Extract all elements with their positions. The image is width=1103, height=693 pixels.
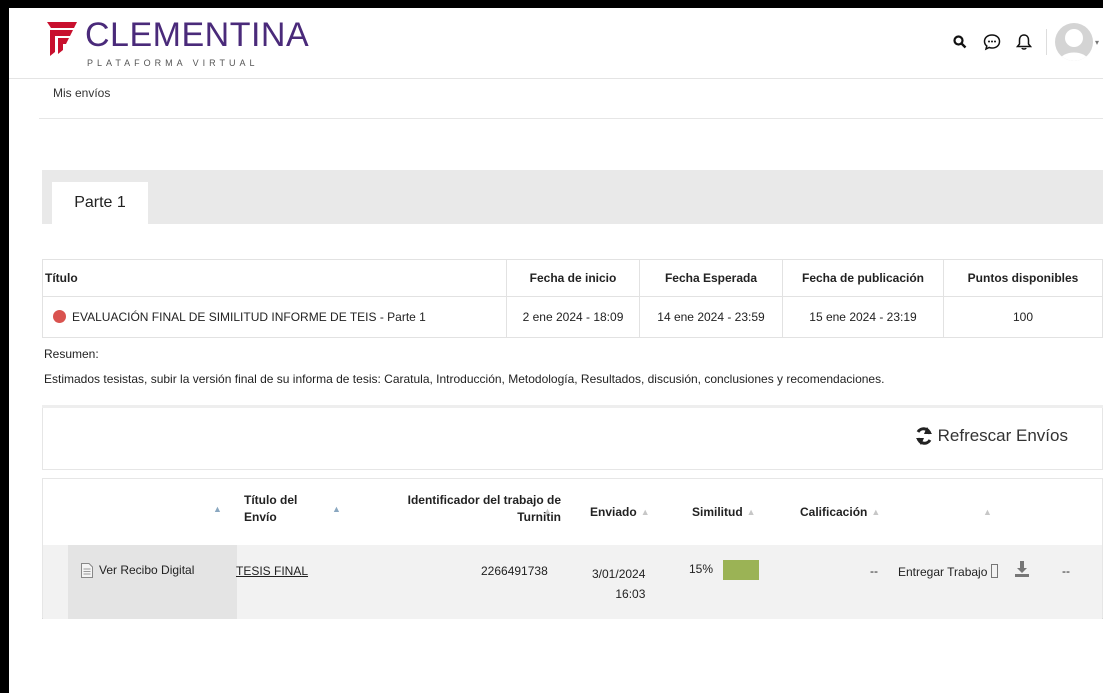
sort-icon: ▲ [871,507,881,518]
logo-text: CLEMENTINA [85,16,310,54]
sort-icon[interactable]: ▲ [539,503,552,520]
col-title: Título [42,259,507,297]
view-receipt-label: Ver Recibo Digital [99,563,195,577]
assignment-row: EVALUACIÓN FINAL DE SIMILITUD INFORME DE… [42,296,1103,338]
tab-bar: Parte 1 [42,170,1103,224]
refresh-label: Refrescar Envíos [937,426,1068,445]
status-dot-icon [53,310,66,323]
logo-mark-icon [47,22,77,56]
submit-box-icon [991,564,999,578]
col-turnitin-id[interactable]: Identificador del trabajo de Turnitin [383,492,561,526]
submitted-datetime: 3/01/2024 16:03 [592,564,645,604]
assignment-start: 2 ene 2024 - 18:09 [506,296,640,338]
refresh-button[interactable]: Refrescar Envíos [914,426,1068,446]
col-points: Puntos disponibles [943,259,1103,297]
summary-text: Estimados tesistas, subir la versión fin… [44,372,885,386]
submission-title-link[interactable]: TESIS FINAL [236,564,308,578]
logo-subtitle: PLATAFORMA VIRTUAL [87,58,259,68]
similarity-value: 15% [689,562,714,577]
assignment-table: Título Fecha de inicio Fecha Esperada Fe… [42,259,1103,338]
paper-id: 2266491738 [481,564,548,578]
col-post-date: Fecha de publicación [782,259,944,297]
col-start-date: Fecha de inicio [506,259,640,297]
submissions-table: ▲ Título del Envío ▲ Identificador del t… [42,478,1103,619]
submitted-time: 16:03 [615,587,646,601]
tab-parte-1[interactable]: Parte 1 [52,182,148,224]
last-value: -- [1062,564,1070,578]
chevron-down-icon[interactable]: ▾ [1095,38,1099,47]
search-icon[interactable] [944,26,976,58]
header-icons: ▾ [944,22,1099,62]
submitted-date: 3/01/2024 [592,567,646,581]
col-turnitin-id-line2-wrap: Turnitin [383,509,561,526]
assignment-due: 14 ene 2024 - 23:59 [639,296,783,338]
col-submission-title-line2: Envío [244,510,277,524]
assignment-title: EVALUACIÓN FINAL DE SIMILITUD INFORME DE… [72,310,426,324]
assignment-points: 100 [943,296,1103,338]
submit-paper-label: Entregar Trabajo [898,565,988,579]
page-frame: CLEMENTINA PLATAFORMA VIRTUAL ▾ Mis enví… [9,8,1103,693]
view-receipt-link[interactable]: Ver Recibo Digital [81,563,195,579]
col-submission-title[interactable]: Título del Envío [244,492,297,526]
col-actions[interactable]: ▲ [979,504,992,521]
col-due-date: Fecha Esperada [639,259,783,297]
table-row: Ver Recibo Digital TESIS FINAL 226649173… [43,545,1102,619]
summary-label: Resumen: [44,347,99,361]
col-similarity[interactable]: Similitud ▲ [692,504,756,521]
similarity-report-link[interactable]: 15% [689,560,760,580]
sort-icon: ▲ [640,507,650,518]
sort-icon: ▲ [746,507,756,518]
top-header: CLEMENTINA PLATAFORMA VIRTUAL ▾ [9,8,1103,79]
col-submitted-label: Enviado [590,505,637,519]
col-submitted[interactable]: Enviado ▲ [590,504,650,521]
similarity-bar [723,560,760,580]
document-icon [81,563,93,579]
refresh-icon [915,427,932,445]
col-submission-title-line1: Título del [244,493,298,507]
header-divider [1045,29,1047,55]
grade-value: -- [870,564,878,578]
assignment-title-cell: EVALUACIÓN FINAL DE SIMILITUD INFORME DE… [42,296,507,338]
download-icon[interactable] [1014,560,1030,581]
col-grade-label: Calificación [800,505,868,519]
avatar[interactable] [1054,23,1093,61]
bell-icon[interactable] [1008,26,1040,58]
refresh-panel: Refrescar Envíos [42,408,1103,470]
chat-icon[interactable] [976,26,1008,58]
col-similarity-label: Similitud [692,505,743,519]
col-grade[interactable]: Calificación ▲ [800,504,880,521]
assignment-post: 15 ene 2024 - 23:19 [782,296,944,338]
sort-icon[interactable]: ▲ [328,501,341,518]
col-turnitin-id-line1: Identificador del trabajo de [407,493,561,507]
breadcrumb[interactable]: Mis envíos [53,86,110,100]
divider [39,118,1103,119]
sort-icon: ▲ [983,507,992,518]
submit-paper-button[interactable]: Entregar Trabajo [898,564,999,579]
sort-icon[interactable]: ▲ [209,501,222,518]
assignment-header-row: Título Fecha de inicio Fecha Esperada Fe… [42,259,1103,297]
receipt-cell [68,545,237,619]
